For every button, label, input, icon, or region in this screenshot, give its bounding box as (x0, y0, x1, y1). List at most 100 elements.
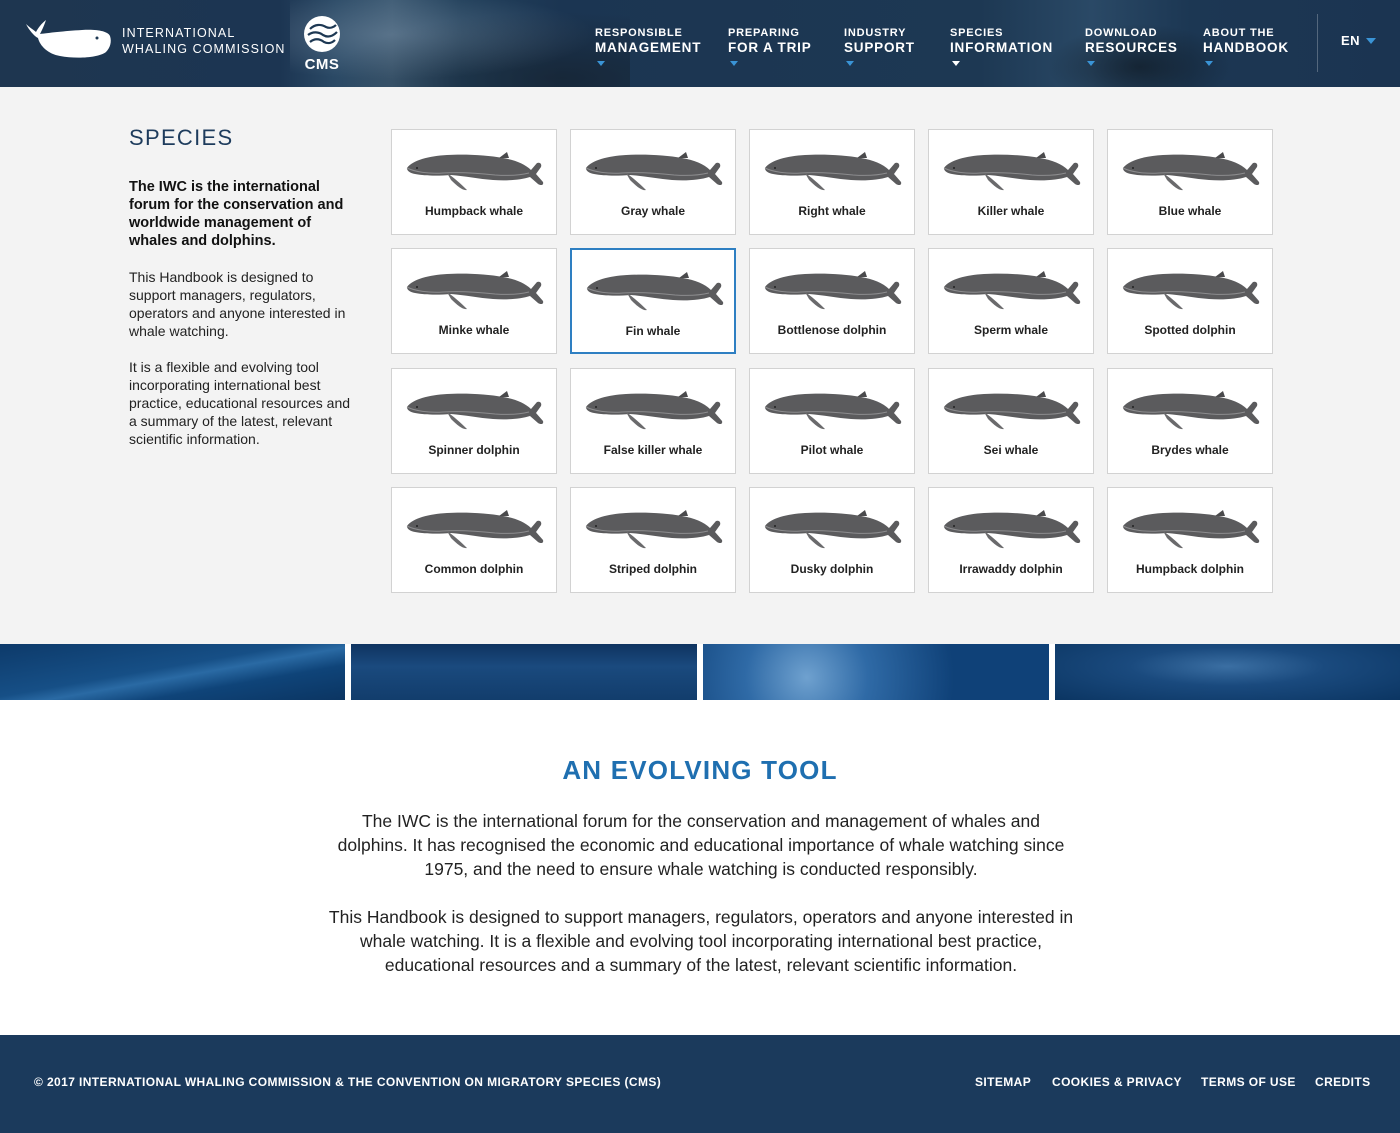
footer-link-terms-of-use[interactable]: TERMS OF USE (1201, 1075, 1296, 1089)
whale-illustration-icon (585, 152, 723, 191)
species-card-sperm-whale[interactable]: Sperm whale (928, 248, 1094, 355)
cms-logo[interactable]: CMS (300, 15, 344, 73)
site-footer: © 2017 INTERNATIONAL WHALING COMMISSION … (0, 1035, 1400, 1133)
cms-globe-icon (304, 16, 340, 52)
chevron-down-icon (1205, 61, 1213, 66)
species-card-label: Gray whale (620, 204, 686, 218)
nav-label-bottom: INFORMATION (950, 40, 1054, 55)
footer-link-sitemap[interactable]: SITEMAP (975, 1075, 1031, 1089)
organization-name-line2: WHALING COMMISSION (122, 42, 286, 56)
evolving-tool-paragraph: The IWC is the international forum for t… (337, 811, 1065, 879)
species-card-label: Sperm whale (973, 323, 1049, 338)
nav-download-resources[interactable]: DOWNLOAD RESOURCES (1085, 27, 1178, 66)
species-card-minke-whale[interactable]: Minke whale (391, 248, 557, 355)
copyright-text: © 2017 INTERNATIONAL WHALING COMMISSION … (34, 1075, 662, 1089)
species-card-label: Blue whale (1158, 204, 1222, 218)
nav-label-top: SPECIES (950, 27, 1004, 39)
species-card-dusky-dolphin[interactable]: Dusky dolphin (749, 486, 915, 593)
whale-illustration-icon (1122, 509, 1260, 549)
species-card-common-dolphin[interactable]: Common dolphin (391, 486, 557, 593)
nav-label-top: DOWNLOAD (1085, 27, 1158, 39)
cms-label: CMS (304, 56, 340, 73)
whale-illustration-icon (943, 152, 1081, 191)
species-card-label: Fin whale (625, 324, 681, 339)
species-card-label: Humpback whale (424, 204, 524, 218)
species-card-blue-whale[interactable]: Blue whale (1107, 129, 1273, 235)
species-card-fin-whale[interactable]: Fin whale (570, 248, 736, 355)
whale-illustration-icon (764, 509, 902, 549)
species-card-label: Dusky dolphin (790, 561, 874, 576)
whale-illustration-icon (764, 271, 902, 310)
whale-illustration-icon (406, 271, 544, 310)
nav-label-bottom: RESOURCES (1085, 40, 1178, 55)
nav-preparing-for-a-trip[interactable]: PREPARING FOR A TRIP (728, 27, 812, 66)
evolving-tool-paragraph: This Handbook is designed to support man… (328, 907, 1074, 975)
nav-industry-support[interactable]: INDUSTRY SUPPORT (844, 27, 915, 66)
species-card-label: Irrawaddy dolphin (959, 561, 1063, 576)
site-header: INTERNATIONAL WHALING COMMISSION CMS RES… (0, 0, 1400, 87)
species-card-sei-whale[interactable]: Sei whale (928, 367, 1094, 474)
chevron-down-icon[interactable] (1366, 38, 1376, 44)
nav-species-information[interactable]: SPECIES INFORMATION (950, 27, 1054, 66)
nav-label-bottom: HANDBOOK (1203, 40, 1289, 55)
photo-strip (0, 644, 1400, 700)
nav-label-bottom: FOR A TRIP (728, 40, 812, 55)
nav-responsible-management[interactable]: RESPONSIBLE MANAGEMENT (595, 27, 702, 66)
species-card-false-killer-whale[interactable]: False killer whale (570, 367, 736, 474)
nav-label-top: ABOUT THE (1203, 27, 1275, 39)
species-card-label: Spotted dolphin (1144, 323, 1236, 338)
species-title: SPECIES (129, 125, 234, 150)
whale-illustration-icon (1122, 152, 1260, 191)
species-card-label: Sei whale (983, 442, 1039, 457)
species-card-spinner-dolphin[interactable]: Spinner dolphin (391, 367, 557, 474)
species-card-label: Common dolphin (424, 561, 524, 576)
species-card-killer-whale[interactable]: Killer whale (928, 129, 1094, 235)
species-card-label: False killer whale (603, 442, 703, 457)
species-card-spotted-dolphin[interactable]: Spotted dolphin (1107, 248, 1273, 355)
language-selector[interactable]: EN (1341, 33, 1360, 48)
whale-illustration-icon (1122, 390, 1260, 429)
nav-label-top: PREPARING (728, 27, 800, 39)
chevron-down-icon (846, 61, 854, 66)
whale-illustration-icon (406, 509, 544, 549)
species-card-label: Bottlenose dolphin (777, 323, 887, 338)
barnacles-image (703, 644, 1049, 700)
species-card-label: Killer whale (977, 204, 1045, 218)
whale-tail-image (1055, 644, 1400, 700)
whale-illustration-icon (764, 390, 902, 429)
whale-illustration-icon (406, 390, 544, 429)
species-card-label: Right whale (798, 204, 866, 218)
species-lead-text: The IWC is the international forum for t… (129, 179, 344, 249)
nav-label-bottom: MANAGEMENT (595, 40, 702, 55)
iwc-whale-logo-icon[interactable] (24, 18, 112, 60)
whale-illustration-icon (585, 509, 723, 549)
species-paragraph: It is a flexible and evolving tool incor… (129, 359, 351, 447)
ocean-wave-image (0, 644, 345, 700)
species-card-label: Pilot whale (800, 442, 864, 457)
chevron-down-icon (952, 61, 960, 66)
species-card-gray-whale[interactable]: Gray whale (570, 129, 736, 235)
nav-label-top: INDUSTRY (844, 27, 907, 39)
footer-link-credits[interactable]: CREDITS (1315, 1075, 1370, 1089)
species-card-right-whale[interactable]: Right whale (749, 129, 915, 235)
footer-link-cookies-privacy[interactable]: COOKIES & PRIVACY (1052, 1075, 1182, 1089)
species-card-label: Brydes whale (1151, 442, 1229, 457)
nav-about-the-handbook[interactable]: ABOUT THE HANDBOOK (1203, 27, 1289, 66)
whale-fin-image (351, 644, 697, 700)
species-card-bottlenose-dolphin[interactable]: Bottlenose dolphin (749, 248, 915, 355)
evolving-tool-title: AN EVOLVING TOOL (562, 755, 838, 785)
organization-name[interactable]: INTERNATIONAL WHALING COMMISSION (122, 25, 286, 57)
whale-illustration-icon (406, 152, 544, 191)
whale-illustration-icon (943, 509, 1081, 549)
chevron-down-icon (1087, 61, 1095, 66)
species-card-irrawaddy-dolphin[interactable]: Irrawaddy dolphin (928, 486, 1094, 593)
species-card-brydes-whale[interactable]: Brydes whale (1107, 367, 1273, 474)
chevron-down-icon (597, 61, 605, 66)
whale-illustration-icon (943, 390, 1081, 429)
nav-label-top: RESPONSIBLE (595, 27, 683, 39)
species-card-striped-dolphin[interactable]: Striped dolphin (570, 486, 736, 593)
species-card-humpback-dolphin[interactable]: Humpback dolphin (1107, 486, 1273, 593)
whale-illustration-icon (943, 271, 1081, 310)
species-card-pilot-whale[interactable]: Pilot whale (749, 367, 915, 474)
species-card-humpback-whale[interactable]: Humpback whale (391, 129, 557, 235)
